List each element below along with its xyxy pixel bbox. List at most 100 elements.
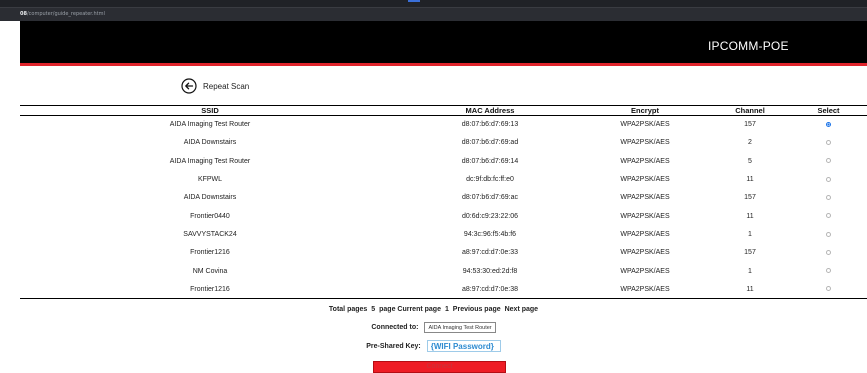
cell-encrypt: WPA2PSK/AES — [620, 176, 670, 184]
column-header-encrypt: Encrypt — [580, 105, 710, 116]
url-host: 08 — [20, 11, 27, 17]
current-page-value: 1 — [444, 306, 449, 313]
cell-select — [790, 207, 867, 225]
network-select-radio[interactable] — [826, 194, 831, 200]
cell-ssid: Frontier0440 — [190, 212, 230, 220]
wifi-network-table: SSID MAC Address Encrypt Channel Select … — [20, 105, 867, 299]
header-banner: IPCOMM-POE — [20, 21, 867, 66]
network-select-radio[interactable] — [826, 268, 831, 274]
cell-encrypt: WPA2PSK/AES — [620, 267, 670, 275]
table-row[interactable]: AIDA Downstairs d8:07:b6:d7:69:ac WPA2PSK/… — [20, 189, 867, 207]
cell-ssid: AIDA Imaging Test Router — [169, 157, 251, 165]
table-row[interactable]: AIDA Imaging Test Router d8:07:b6:d7:69:1… — [20, 116, 867, 134]
browser-address-bar[interactable]: 08/computer/guide_repeater.html — [0, 7, 867, 21]
pre-shared-key-row: Pre-Shared Key: — [0, 340, 867, 352]
cell-encrypt: WPA2PSK/AES — [620, 157, 670, 165]
total-pages-label: Total pages — [328, 306, 368, 313]
repeat-scan-button[interactable]: Repeat Scan — [181, 78, 249, 94]
cell-mac: a8:97:cd:d7:0e:33 — [461, 249, 519, 257]
cell-mac: 94:53:30:ed:2d:f8 — [462, 267, 518, 275]
cell-encrypt: WPA2PSK/AES — [620, 249, 670, 257]
current-page-label: page Current page — [379, 306, 441, 313]
cell-channel: 1 — [748, 230, 752, 238]
network-select-radio[interactable] — [826, 140, 831, 146]
cell-mac: a8:97:cd:d7:0e:38 — [400, 280, 580, 299]
cell-mac: dc:9f:db:fc:ff:e0 — [466, 176, 514, 184]
cell-ssid: AIDA Downstairs — [183, 139, 237, 147]
network-select-radio[interactable] — [826, 158, 831, 164]
cell-mac: 94:3c:96:f5:4b:f6 — [463, 230, 517, 238]
network-select-radio[interactable] — [826, 249, 831, 255]
connect-button[interactable]: Connect — [373, 361, 506, 373]
cell-ssid: KFPWL — [197, 176, 223, 184]
cell-ssid: AIDA Imaging Test Router — [169, 121, 251, 129]
next-page-link[interactable]: Next page — [505, 306, 538, 313]
previous-page-link[interactable]: Previous page — [453, 306, 501, 313]
table-header-row: SSID MAC Address Encrypt Channel Select — [20, 105, 867, 116]
cell-ssid: Frontier1216 — [190, 249, 230, 257]
table-row[interactable]: Frontier1216 a8:97:cd:d7:0e:33 WPA2PSK/AES… — [20, 244, 867, 262]
active-tab-indicator — [408, 0, 420, 2]
cell-select — [790, 134, 867, 152]
cell-select — [790, 280, 867, 299]
cell-ssid: SAVVYSTACK24 — [183, 230, 237, 238]
column-header-mac: MAC Address — [400, 105, 580, 116]
cell-channel: 11 — [746, 176, 754, 184]
connected-to-value: AIDA Imaging Test Router — [424, 322, 496, 333]
cell-mac: d8:07:b6:d7:69:ac — [461, 194, 519, 202]
network-select-radio[interactable] — [826, 176, 831, 182]
cell-encrypt: WPA2PSK/AES — [620, 212, 670, 220]
column-header-ssid: SSID — [20, 105, 400, 116]
address-url[interactable]: 08/computer/guide_repeater.html — [20, 11, 105, 17]
network-select-radio[interactable] — [826, 122, 831, 128]
cell-ssid: AIDA Downstairs — [183, 194, 237, 202]
cell-select — [790, 244, 867, 262]
url-path: /computer/guide_repeater.html — [26, 11, 105, 17]
network-select-radio[interactable] — [826, 231, 831, 237]
pre-shared-key-input[interactable] — [426, 340, 501, 352]
cell-channel: 157 — [744, 121, 756, 129]
cell-channel: 157 — [744, 194, 756, 202]
cell-select — [790, 225, 867, 243]
cell-mac: d0:6d:c9:23:22:06 — [461, 212, 519, 220]
cell-select — [790, 262, 867, 280]
pre-shared-key-label: Pre-Shared Key: — [366, 342, 421, 350]
cell-encrypt: WPA2PSK/AES — [620, 121, 670, 129]
table-row[interactable]: Frontier1216 a8:97:cd:d7:0e:38 WPA2PSK/AES… — [20, 280, 867, 299]
table-row[interactable]: NM Covina 94:53:30:ed:2d:f8 WPA2PSK/AES 1 — [20, 262, 867, 280]
table-row[interactable]: AIDA Imaging Test Router d8:07:b6:d7:69:1… — [20, 152, 867, 170]
cell-channel: 1 — [748, 267, 752, 275]
cell-encrypt: WPA2PSK/AES — [620, 194, 670, 202]
table-row[interactable]: Frontier0440 d0:6d:c9:23:22:06 WPA2PSK/AES… — [20, 207, 867, 225]
cell-channel: 11 — [710, 280, 790, 299]
cell-mac: d8:07:b6:d7:69:14 — [461, 157, 519, 165]
cell-select — [790, 116, 867, 134]
pagination: Total pages 5 page Current page 1 Previo… — [0, 306, 867, 313]
network-select-radio[interactable] — [826, 213, 831, 219]
total-pages-value: 5 — [371, 306, 376, 313]
table-row[interactable]: SAVVYSTACK24 94:3c:96:f5:4b:f6 WPA2PSK/AES… — [20, 225, 867, 243]
table-row[interactable]: AIDA Downstairs d8:07:b6:d7:69:ad WPA2PSK/… — [20, 134, 867, 152]
browser-tab-strip — [0, 0, 867, 7]
cell-ssid: NM Covina — [192, 267, 228, 275]
cell-channel: 5 — [748, 157, 752, 165]
connected-to-label: Connected to: — [371, 324, 419, 331]
table-row[interactable]: KFPWL dc:9f:db:fc:ff:e0 WPA2PSK/AES 11 — [20, 170, 867, 188]
page-left-gutter — [0, 21, 20, 373]
cell-encrypt: WPA2PSK/AES — [620, 230, 670, 238]
column-header-select: Select — [790, 105, 867, 116]
connected-to-row: Connected to: AIDA Imaging Test Router — [0, 322, 867, 333]
page-title: IPCOMM-POE — [708, 39, 789, 53]
cell-encrypt: WPA2PSK/AES — [580, 280, 710, 299]
network-select-radio[interactable] — [826, 286, 831, 292]
back-arrow-circle-icon[interactable] — [181, 78, 197, 94]
cell-encrypt: WPA2PSK/AES — [620, 139, 670, 147]
cell-channel: 11 — [746, 212, 754, 220]
repeat-scan-label: Repeat Scan — [203, 81, 250, 91]
cell-mac: d8:07:b6:d7:69:ad — [461, 139, 519, 147]
cell-mac: d8:07:b6:d7:69:13 — [461, 121, 519, 129]
cell-select — [790, 170, 867, 188]
column-header-channel: Channel — [710, 105, 790, 116]
cell-select — [790, 152, 867, 170]
cell-select — [790, 189, 867, 207]
